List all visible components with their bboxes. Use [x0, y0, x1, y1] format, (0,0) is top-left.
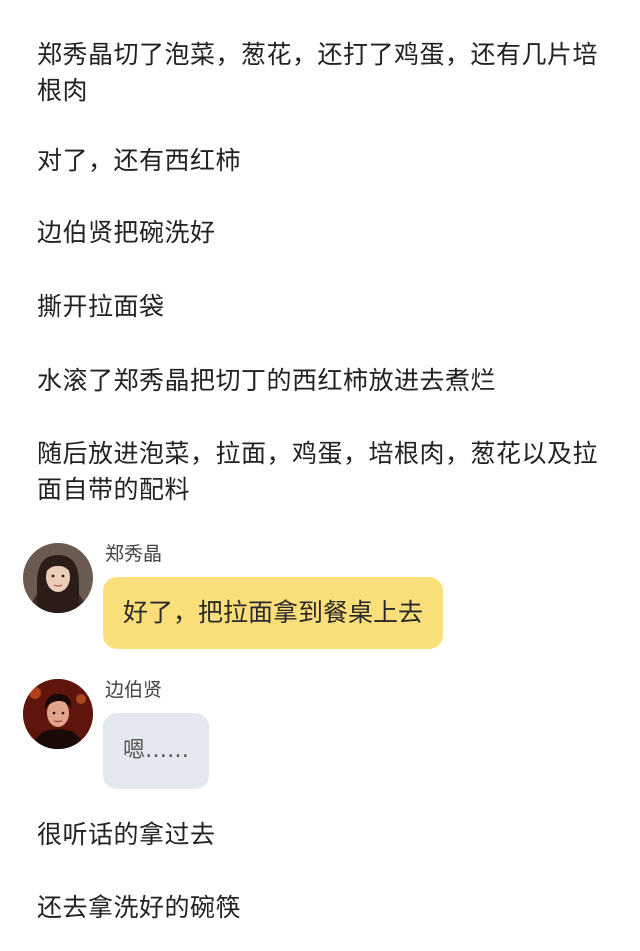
avatar[interactable] [23, 679, 93, 749]
narration-paragraph: 还去拿洗好的碗筷 [37, 893, 242, 922]
story-chat-page: 郑秀晶切了泡菜，葱花，还打了鸡蛋，还有几片培根肉 对了，还有西红柿 边伯贤把碗洗… [0, 0, 640, 951]
avatar-man-icon [23, 679, 93, 749]
sender-name: 郑秀晶 [105, 543, 163, 565]
narration-paragraph: 很听话的拿过去 [37, 820, 216, 849]
message-bubble[interactable]: 好了，把拉面拿到餐桌上去 [103, 577, 444, 649]
sender-name: 边伯贤 [105, 679, 163, 701]
narration-paragraph: 撕开拉面袋 [37, 292, 165, 321]
narration-paragraph: 边伯贤把碗洗好 [37, 218, 216, 247]
narration-paragraph: 郑秀晶切了泡菜，葱花，还打了鸡蛋，还有几片培根肉 [37, 40, 599, 105]
message-bubble[interactable]: 嗯…… [103, 713, 210, 789]
avatar-woman-icon [23, 543, 93, 613]
narration-paragraph: 随后放进泡菜，拉面，鸡蛋，培根肉，葱花以及拉面自带的配料 [37, 439, 599, 504]
narration-paragraph: 水滚了郑秀晶把切丁的西红柿放进去煮烂 [37, 366, 497, 395]
narration-paragraph: 对了，还有西红柿 [37, 146, 242, 175]
avatar[interactable] [23, 543, 93, 613]
